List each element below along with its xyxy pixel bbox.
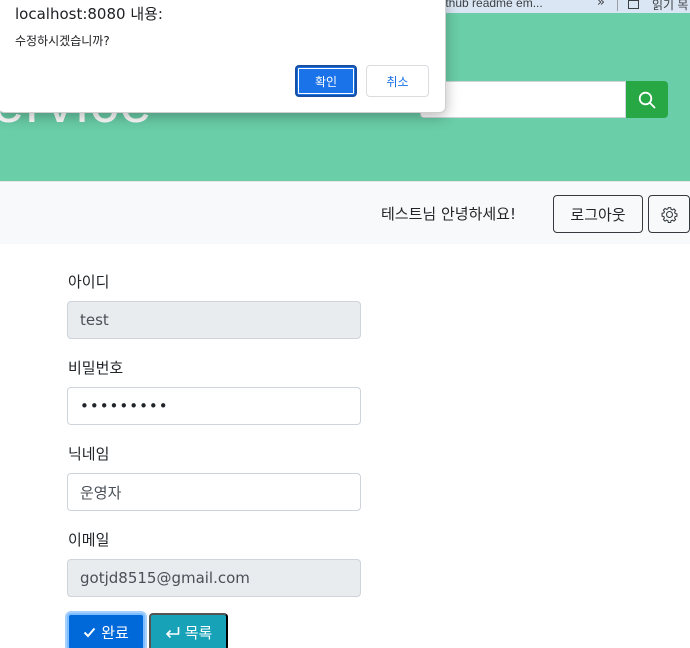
search-button[interactable]	[626, 81, 668, 118]
bookmarks-divider	[617, 0, 618, 11]
check-icon	[83, 627, 96, 637]
reading-list-icon[interactable]	[628, 0, 639, 9]
search-input[interactable]	[420, 81, 626, 118]
bookmarks-more-chevron-icon[interactable]: »	[597, 0, 605, 10]
confirm-dialog: localhost:8080 내용: 수정하시겠습니까? 확인 취소	[0, 0, 446, 113]
dialog-ok-button[interactable]: 확인	[295, 65, 357, 97]
done-button[interactable]: 완료	[67, 613, 145, 648]
email-field[interactable]: gotjd8515@gmail.com	[67, 559, 361, 597]
email-label: 이메일	[68, 531, 110, 549]
dialog-title: localhost:8080 내용:	[15, 5, 163, 23]
bookmark-item[interactable]: github readme em...	[436, 0, 543, 10]
gear-icon	[661, 206, 677, 223]
nickname-label: 닉네임	[68, 445, 110, 463]
dialog-message: 수정하시겠습니까?	[15, 34, 110, 48]
user-nav: 테스트님 안녕하세요! 로그아웃	[0, 181, 690, 244]
settings-button[interactable]	[648, 195, 690, 233]
reading-list-label[interactable]: 읽기 목	[652, 0, 688, 13]
search-icon	[638, 91, 656, 108]
password-label: 비밀번호	[68, 359, 124, 377]
id-label: 아이디	[68, 273, 110, 291]
password-field[interactable]: •••••••••	[67, 387, 361, 425]
list-label: 목록	[184, 624, 213, 642]
dialog-cancel-button[interactable]: 취소	[366, 65, 429, 97]
done-label: 완료	[101, 624, 129, 642]
list-button[interactable]: 목록	[149, 613, 228, 648]
logout-button[interactable]: 로그아웃	[553, 195, 643, 233]
nickname-field[interactable]: 운영자	[67, 473, 361, 511]
return-arrow-icon	[165, 626, 179, 638]
greeting-text: 테스트님 안녕하세요!	[381, 205, 516, 223]
id-field[interactable]: test	[67, 301, 361, 339]
